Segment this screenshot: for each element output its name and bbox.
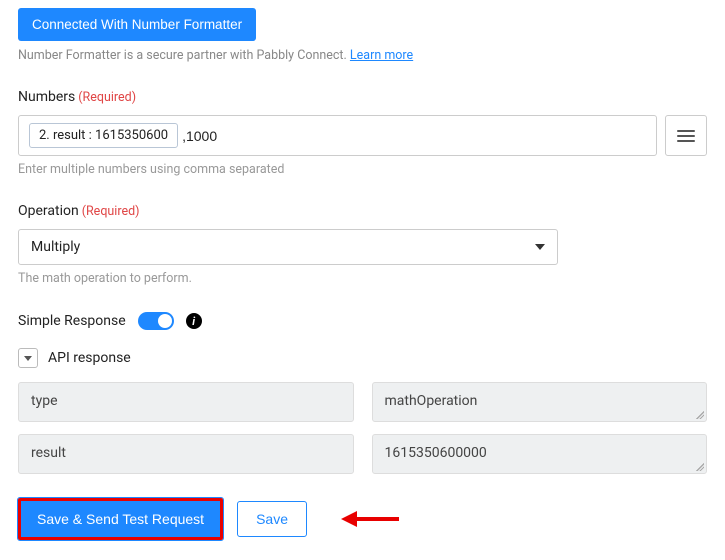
api-response-collapse-button[interactable]	[18, 348, 38, 368]
chevron-down-icon	[535, 244, 545, 250]
api-value-cell[interactable]: 1615350600000	[372, 434, 708, 474]
api-response-label: API response	[48, 350, 131, 366]
numbers-label-row: Numbers(Required)	[18, 89, 707, 105]
numbers-menu-button[interactable]	[665, 115, 707, 156]
save-button[interactable]: Save	[237, 501, 307, 537]
api-response-grid: type mathOperation result 1615350600000	[18, 382, 707, 474]
operation-field: Operation(Required) Multiply The math op…	[18, 203, 707, 286]
connected-button[interactable]: Connected With Number Formatter	[18, 8, 256, 41]
save-send-test-button[interactable]: Save & Send Test Request	[18, 498, 223, 540]
numbers-field: Numbers(Required) 2. result : 1615350600…	[18, 89, 707, 177]
chevron-down-icon	[24, 356, 32, 361]
operation-select[interactable]: Multiply	[18, 229, 558, 265]
numbers-required: (Required)	[78, 90, 136, 105]
simple-response-label: Simple Response	[18, 313, 126, 329]
numbers-hint: Enter multiple numbers using comma separ…	[18, 162, 707, 177]
numbers-label: Numbers	[18, 89, 75, 105]
numbers-tag[interactable]: 2. result : 1615350600	[29, 123, 178, 148]
learn-more-link[interactable]: Learn more	[350, 48, 413, 63]
secure-note-text: Number Formatter is a secure partner wit…	[18, 48, 350, 63]
api-key-cell: type	[18, 382, 354, 422]
api-response-header: API response	[18, 348, 707, 368]
operation-value: Multiply	[31, 239, 80, 255]
simple-response-row: Simple Response i	[18, 312, 707, 330]
api-key-cell: result	[18, 434, 354, 474]
secure-note: Number Formatter is a secure partner wit…	[18, 48, 707, 63]
info-icon[interactable]: i	[186, 313, 202, 329]
operation-label: Operation	[18, 203, 79, 219]
numbers-input[interactable]	[182, 126, 646, 146]
arrow-annotation-icon	[341, 508, 401, 530]
numbers-input-container[interactable]: 2. result : 1615350600	[18, 115, 657, 156]
operation-required: (Required)	[82, 204, 140, 219]
operation-label-row: Operation(Required)	[18, 203, 707, 219]
operation-hint: The math operation to perform.	[18, 271, 707, 286]
api-value-cell[interactable]: mathOperation	[372, 382, 708, 422]
hamburger-icon	[677, 129, 695, 143]
footer-actions: Save & Send Test Request Save	[18, 498, 707, 540]
simple-response-toggle[interactable]	[138, 312, 174, 330]
